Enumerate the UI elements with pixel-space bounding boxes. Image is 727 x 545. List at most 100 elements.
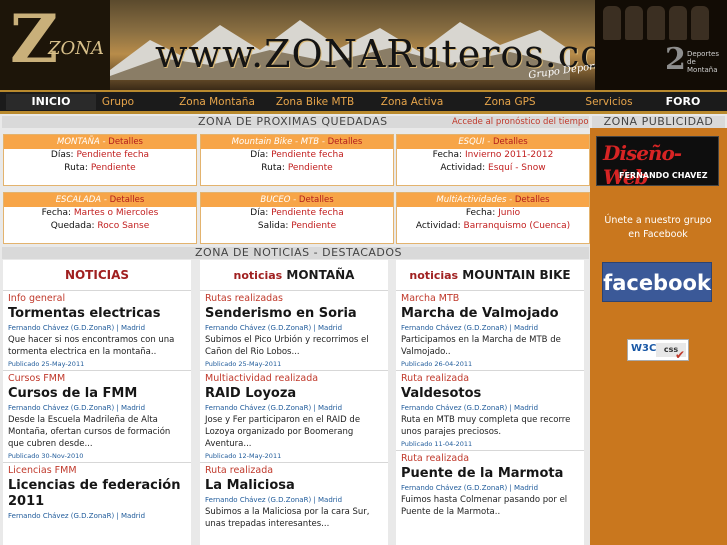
news-date: Publicado 25-May-2011 [205, 360, 282, 368]
main-nav: INICIO Grupo Zona Montaña Zona Bike MTB … [0, 90, 727, 114]
nav-item-servicios[interactable]: Servicios [570, 94, 648, 110]
nav-item-zona-gps[interactable]: Zona GPS [474, 94, 546, 110]
news-item: Licencias FMM Licencias de federación 20… [3, 462, 191, 520]
quedada-row: Fecha: Invierno 2011-2012 [397, 149, 589, 162]
news-body: Jose y Fer participaron en el RAID de Lo… [205, 415, 361, 449]
quedada-value: Martes o Miercoles [73, 208, 159, 218]
page: Z ZONA www.ZONARuteros.com Grupo Deporti… [0, 0, 727, 545]
column-heading-main: MOUNTAIN BIKE [462, 268, 571, 282]
column-heading-main: NOTICIAS [64, 268, 130, 282]
quedada-value: Pendiente fecha [76, 150, 150, 160]
quedada-key: Fecha: [41, 208, 72, 218]
riders-photo: 2 Deportes de Montaña [595, 0, 727, 90]
quedada-key: Fecha: [432, 150, 463, 160]
news-item: Ruta realizada Puente de la Marmota Fern… [396, 450, 584, 518]
news-title[interactable]: Tormentas electricas [8, 306, 186, 322]
diseno-web-subtitle: FERNANDO CHAVEZ [619, 171, 708, 180]
column-heading: noticias MONTAÑA [200, 268, 388, 290]
facebook-join-text: Únete a nuestro grupo en Facebook [604, 215, 712, 240]
news-item: Multiactividad realizada RAID Loyoza Fer… [200, 370, 388, 460]
news-item: Ruta realizada Valdesotos Fernando Cháve… [396, 370, 584, 448]
header-banner: Z ZONA www.ZONARuteros.com Grupo Deporti… [0, 0, 727, 90]
diseno-web-banner[interactable]: Diseño-Web FERNANDO CHAVEZ [596, 136, 719, 189]
news-category[interactable]: Marcha MTB [401, 293, 579, 304]
news-title[interactable]: Puente de la Marmota [401, 466, 579, 482]
quedada-category: MONTAÑA [57, 137, 100, 147]
facebook-button[interactable]: facebook [602, 262, 712, 302]
news-author: Fernando Chávez (G.D.ZonaR) | Madrid [205, 324, 343, 332]
quedada-key: Ruta: [261, 163, 285, 173]
zr-badge-icon: 2 [665, 42, 686, 77]
quedada-row: Quedada: Roco Sanse [4, 220, 196, 233]
details-link[interactable]: Detalles [493, 137, 528, 147]
news-category[interactable]: Rutas realizadas [205, 293, 383, 304]
quedada-title[interactable]: Mountain Bike - MTB - Detalles [201, 135, 393, 149]
news-author: Fernando Chávez (G.D.ZonaR) | Madrid [8, 324, 146, 332]
quedada-value: Invierno 2011-2012 [464, 150, 554, 160]
news-column-general: NOTICIAS Info general Tormentas electric… [3, 260, 191, 545]
site-logo[interactable]: Z ZONA [0, 0, 110, 90]
quedada-value: Junio [498, 208, 521, 218]
news-category[interactable]: Ruta realizada [401, 453, 579, 464]
news-category[interactable]: Ruta realizada [401, 373, 579, 384]
news-title[interactable]: Valdesotos [401, 386, 579, 402]
quedada-box-buceo: BUCEO - Detalles Día: Pendiente fecha Sa… [200, 192, 394, 244]
news-title[interactable]: Licencias de federación 2011 [8, 478, 186, 510]
news-title[interactable]: La Maliciosa [205, 478, 383, 494]
quedada-key: Actividad: [440, 163, 486, 173]
news-date: Publicado 12-May-2011 [205, 452, 282, 460]
news-body: Ruta en MTB muy completa que recorre uno… [401, 415, 571, 437]
quedada-category: MultiActividades [436, 195, 507, 205]
news-author: Fernando Chávez (G.D.ZonaR) | Madrid [205, 404, 343, 412]
nav-item-zona-bike-mtb[interactable]: Zona Bike MTB [270, 94, 360, 110]
quedada-value: Esquí - Snow [488, 163, 546, 173]
quedada-title[interactable]: ESCALADA - Detalles [4, 193, 196, 207]
quedada-title[interactable]: ESQUI - Detalles [397, 135, 589, 149]
quedada-box-escalada: ESCALADA - Detalles Fecha: Martes o Mier… [3, 192, 197, 244]
news-item: Marcha MTB Marcha de Valmojado Fernando … [396, 290, 584, 368]
news-body: Desde la Escuela Madrileña de Alta Monta… [8, 415, 171, 449]
details-link[interactable]: Detalles [108, 137, 143, 147]
news-title[interactable]: Cursos de la FMM [8, 386, 186, 402]
details-link[interactable]: Detalles [515, 195, 550, 205]
news-body: Subimos el Pico Urbión y recorrimos el C… [205, 335, 369, 357]
details-link[interactable]: Detalles [299, 195, 334, 205]
quedada-title[interactable]: MONTAÑA - Detalles [4, 135, 196, 149]
quedada-title[interactable]: BUCEO - Detalles [201, 193, 393, 207]
quedada-key: Salida: [257, 221, 289, 231]
news-title[interactable]: Marcha de Valmojado [401, 306, 579, 322]
news-category[interactable]: Multiactividad realizada [205, 373, 383, 384]
quedada-key: Día: [250, 208, 269, 218]
w3c-logo-text: W3C [631, 343, 657, 354]
quedada-row: Días: Pendiente fecha [4, 149, 196, 162]
quedada-row: Fecha: Martes o Miercoles [4, 207, 196, 220]
quedada-row: Día: Pendiente fecha [201, 207, 393, 220]
details-link[interactable]: Detalles [110, 195, 145, 205]
noticias-heading: ZONA DE NOTICIAS - DESTACADOS [2, 247, 589, 259]
quedada-key: Actividad: [415, 221, 461, 231]
column-heading-prefix: noticias [233, 269, 283, 282]
news-item: Info general Tormentas electricas Fernan… [3, 290, 191, 368]
nav-item-grupo[interactable]: Grupo [82, 94, 154, 110]
news-column-mountain-bike: noticias MOUNTAIN BIKE Marcha MTB Marcha… [396, 260, 584, 545]
advertising-sidebar: Diseño-Web FERNANDO CHAVEZ Únete a nuest… [590, 128, 727, 545]
news-category[interactable]: Info general [8, 293, 186, 304]
quedada-box-multiactividades: MultiActividades - Detalles Fecha: Junio… [396, 192, 590, 244]
quedada-key: Quedada: [50, 221, 95, 231]
nav-item-zona-montana[interactable]: Zona Montaña [172, 94, 262, 110]
details-link[interactable]: Detalles [328, 137, 363, 147]
news-category[interactable]: Ruta realizada [205, 465, 383, 476]
rider-figure [647, 6, 665, 40]
quedada-title[interactable]: MultiActividades - Detalles [397, 193, 589, 207]
badge-subtitle: Deportes de Montaña [687, 50, 719, 74]
w3c-css-badge[interactable]: W3C css ✔ [627, 339, 689, 362]
news-title[interactable]: Senderismo en Soria [205, 306, 383, 322]
forecast-link[interactable]: Accede al pronóstico del tiempo [452, 117, 589, 127]
news-category[interactable]: Licencias FMM [8, 465, 186, 476]
nav-item-foro[interactable]: FORO [648, 94, 718, 110]
news-date: Publicado 25-May-2011 [8, 360, 85, 368]
news-category[interactable]: Cursos FMM [8, 373, 186, 384]
news-title[interactable]: RAID Loyoza [205, 386, 383, 402]
column-heading-prefix: noticias [409, 269, 459, 282]
nav-item-zona-activa[interactable]: Zona Activa [372, 94, 452, 110]
